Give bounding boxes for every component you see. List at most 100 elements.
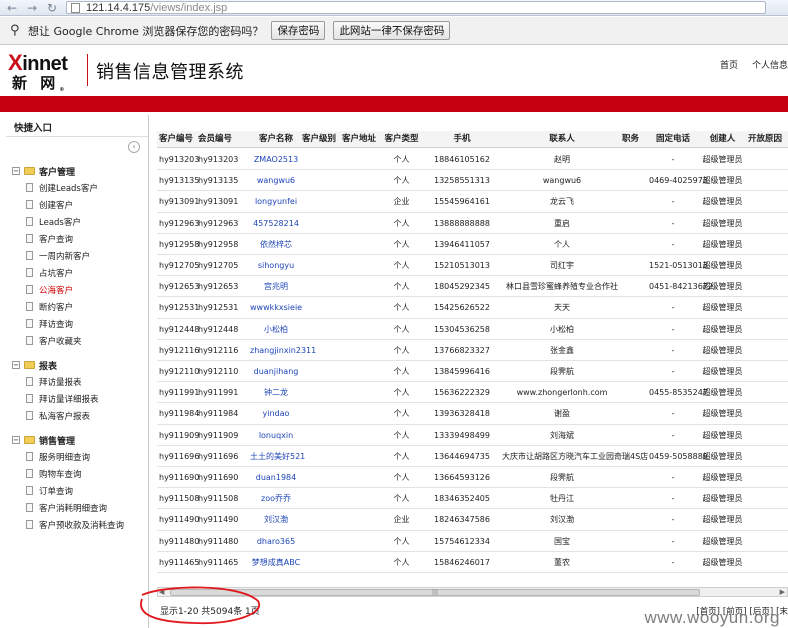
table-row[interactable]: hy911508 hy911508 zoo乔乔 个人 18346352405 牡丹江 - 超级… xyxy=(157,488,788,510)
sidebar-item[interactable]: 客户预收款及消耗查询 xyxy=(6,516,149,533)
customer-name-link[interactable]: zhangjinxin2311 xyxy=(250,340,316,361)
sidebar-item[interactable]: 创建Leads客户 xyxy=(6,179,149,196)
sidebar-item-label: 拜访量报表 xyxy=(39,377,82,388)
table-row[interactable]: hy913135 hy913135 wangwu6 个人 13258551313 wang… xyxy=(157,170,788,192)
collapse-toggle-icon[interactable]: − xyxy=(12,361,20,369)
sidebar-item[interactable]: 客户查询 xyxy=(6,230,149,247)
table-row[interactable]: hy912653 hy912653 宫兆明 个人 18045292345 林口县雪珍蜜蜂养… xyxy=(157,276,788,298)
customer-name-link[interactable]: ZMAO2513 xyxy=(250,149,302,170)
sidebar-item[interactable]: 服务明细查询 xyxy=(6,448,149,465)
customer-name-link[interactable]: longyunfei xyxy=(250,191,302,212)
sidebar-item[interactable]: Leads客户 xyxy=(6,213,149,230)
sidebar-item[interactable]: 断约客户 xyxy=(6,298,149,315)
table-row[interactable]: hy912531 hy912531 wwwkkxsieie 个人 15425626522… xyxy=(157,297,788,319)
sidebar-item[interactable]: 拜访量详细报表 xyxy=(6,390,149,407)
customer-name-link[interactable]: 宫兆明 xyxy=(250,276,302,297)
sidebar-item[interactable]: 占坑客户 xyxy=(6,264,149,281)
home-link[interactable]: 首页 xyxy=(720,58,738,71)
table-cell xyxy=(302,425,342,446)
sidebar-group[interactable]: − 客户管理 xyxy=(12,163,149,179)
never-save-button[interactable]: 此网站一律不保存密码 xyxy=(333,21,451,40)
customer-name-link[interactable]: 梦想成真ABC xyxy=(250,552,302,573)
table-row[interactable]: hy911480 hy911480 dharo365 个人 15754612334 国宝 -… xyxy=(157,531,788,552)
sidebar-item[interactable]: 拜访查询 xyxy=(6,315,149,332)
column-header[interactable]: 客户编号 xyxy=(159,131,199,148)
table-row[interactable]: hy911465 hy911465 梦想成真ABC 个人 15846246017 董农 - 超… xyxy=(157,552,788,573)
table-row[interactable]: hy911909 hy911909 lonuqxin 个人 13339498499 刘海斌… xyxy=(157,425,788,446)
customer-name-link[interactable]: lonuqxin xyxy=(250,425,302,446)
table-cell: 超级管理员 xyxy=(702,155,743,164)
table-row[interactable]: hy911984 hy911984 yindao 个人 13936328418 谢盈 - 超级… xyxy=(157,403,788,425)
column-header[interactable]: 会员编号 xyxy=(198,131,250,148)
reload-icon[interactable]: ↻ xyxy=(44,1,60,15)
sidebar-item[interactable]: 客户收藏夹 xyxy=(6,332,149,349)
table-cell: 个人 xyxy=(393,430,410,440)
customer-name-link[interactable]: 刘汉渤 xyxy=(250,509,302,530)
profile-link[interactable]: 个人信息 xyxy=(752,58,788,71)
scroll-right-icon[interactable]: ▶ xyxy=(780,588,785,596)
sidebar-item-label: 断约客户 xyxy=(39,302,74,313)
app-header: Xinnet 新 网® 销售信息管理系统 首页 个人信息 xyxy=(0,46,788,96)
horizontal-scrollbar[interactable]: ◀ ||| ▶ xyxy=(157,587,788,597)
column-header[interactable]: 联系人 xyxy=(502,131,622,148)
column-header[interactable]: 职务 xyxy=(622,131,649,148)
table-row[interactable]: hy912963 hy912963 457528214 个人 13888888888 重启… xyxy=(157,213,788,234)
customer-name-link[interactable]: duan1984 xyxy=(250,467,302,488)
customer-name-link[interactable]: 钟二龙 xyxy=(250,382,302,403)
column-header[interactable]: 客户名称 xyxy=(250,131,302,148)
sidebar-item[interactable]: 一周内新客户 xyxy=(6,247,149,264)
sidebar-item[interactable]: 购物车查询 xyxy=(6,465,149,482)
customer-name-link[interactable]: dharo365 xyxy=(250,531,302,552)
table-row[interactable]: hy912448 hy912448 小松柏 个人 15304536258 小松柏 - 超级管理… xyxy=(157,319,788,340)
sidebar-item[interactable]: 创建客户 xyxy=(6,196,149,213)
column-header[interactable]: 固定电话 xyxy=(649,131,697,148)
table-cell: hy911490 xyxy=(159,515,200,525)
table-row[interactable]: hy911991 hy911991 钟二龙 个人 15636222329 www.zhon… xyxy=(157,382,788,404)
column-header[interactable]: 客户级别 xyxy=(302,131,342,148)
logo-cn-text: 新 网 xyxy=(12,74,60,92)
table-row[interactable]: hy911690 hy911690 duan1984 个人 13664593126 段霁航… xyxy=(157,467,788,489)
column-header[interactable]: 客户地址 xyxy=(342,131,381,148)
sidebar-item-label: 私海客户报表 xyxy=(39,411,91,422)
table-row[interactable]: hy913091 hy913091 longyunfei 企业 15545964161 龙… xyxy=(157,191,788,213)
customer-name-link[interactable]: zoo乔乔 xyxy=(250,488,302,509)
sidebar-group[interactable]: − 报表 xyxy=(12,357,149,373)
customer-name-link[interactable]: wwwkkxsieie xyxy=(250,297,302,318)
table-row[interactable]: hy912116 hy912116 zhangjinxin2311 个人 1376682… xyxy=(157,340,788,361)
sidebar-item[interactable]: 拜访量报表 xyxy=(6,373,149,390)
scroll-left-icon[interactable]: ◀ xyxy=(159,588,164,596)
back-icon[interactable]: ← xyxy=(4,1,20,15)
customer-name-link[interactable]: 小松柏 xyxy=(250,319,302,340)
customer-name-link[interactable]: sihongyu xyxy=(250,255,302,276)
table-row[interactable]: hy913203 hy913203 ZMAO2513 个人 18846105162 赵明 -… xyxy=(157,149,788,171)
column-header[interactable]: 客户类型 xyxy=(381,131,422,148)
table-row[interactable]: hy912110 hy912110 duanjihang 个人 13845996416 段… xyxy=(157,361,788,383)
address-bar[interactable]: 121.14.4.175/views/index.jsp xyxy=(66,1,766,14)
collapse-icon[interactable]: ‹ xyxy=(128,141,140,153)
table-row[interactable]: hy911490 hy911490 刘汉渤 企业 18246347586 刘汉渤 - 超级管理… xyxy=(157,509,788,531)
collapse-toggle-icon[interactable]: − xyxy=(12,436,20,444)
customer-name-link[interactable]: yindao xyxy=(250,403,302,424)
customer-name-link[interactable]: duanjihang xyxy=(250,361,302,382)
scrollbar-thumb[interactable]: ||| xyxy=(170,589,700,596)
customer-name-link[interactable]: 土土的美好521 xyxy=(250,446,305,467)
sidebar-item-label: 拜访量详细报表 xyxy=(39,394,99,405)
column-header[interactable]: 创建人 xyxy=(697,131,748,148)
sidebar-item[interactable]: 公海客户 xyxy=(6,281,149,298)
column-header[interactable]: 开放原因 xyxy=(748,131,788,148)
sidebar-item[interactable]: 私海客户报表 xyxy=(6,407,149,424)
column-header[interactable]: 手机 xyxy=(422,131,502,148)
forward-icon[interactable]: → xyxy=(24,1,40,15)
table-row[interactable]: hy912958 hy912958 依然梓芯 个人 13946411057 个人 - 超级管理… xyxy=(157,234,788,255)
save-password-button[interactable]: 保存密码 xyxy=(271,21,326,40)
sidebar-item[interactable]: 客户消耗明细查询 xyxy=(6,499,149,516)
table-row[interactable]: hy911696 hy911696 土土的美好521 个人 13644694735 大庆市… xyxy=(157,446,788,467)
sidebar-item[interactable]: 订单查询 xyxy=(6,482,149,499)
sidebar-group[interactable]: − 销售管理 xyxy=(12,432,149,448)
customer-name-link[interactable]: 457528214 xyxy=(250,213,302,234)
customer-name-link[interactable]: 依然梓芯 xyxy=(250,234,302,255)
table-cell: 个人 xyxy=(393,345,410,355)
collapse-toggle-icon[interactable]: − xyxy=(12,167,20,175)
table-row[interactable]: hy912705 hy912705 sihongyu 个人 15210513013 司红宇… xyxy=(157,255,788,277)
customer-name-link[interactable]: wangwu6 xyxy=(250,170,302,191)
